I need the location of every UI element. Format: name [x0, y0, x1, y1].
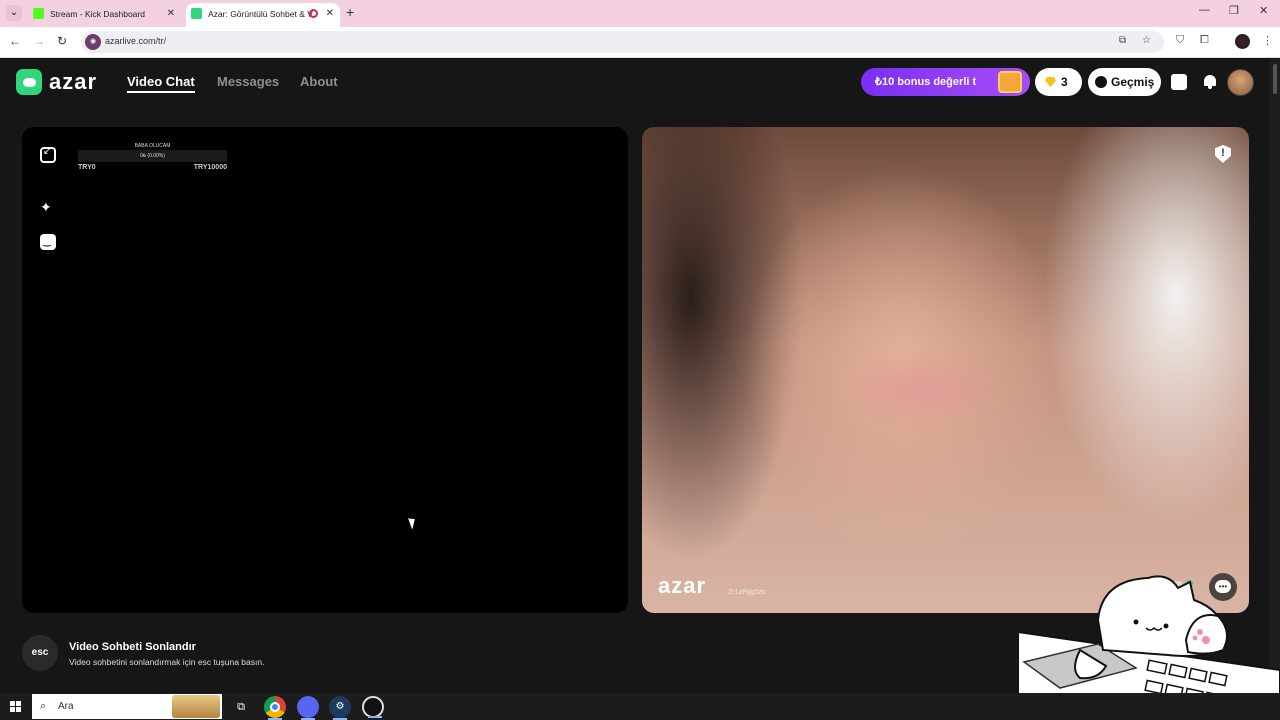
- tab-kick-dashboard[interactable]: Stream - Kick Dashboard ✕: [28, 3, 181, 27]
- tab-search-menu[interactable]: ⌄: [6, 5, 22, 21]
- new-tab-button[interactable]: +: [346, 4, 354, 20]
- azar-favicon-icon: [191, 8, 202, 19]
- gems-button[interactable]: 3: [1035, 68, 1082, 96]
- task-view-icon[interactable]: ⧉: [230, 696, 252, 718]
- minimize-screen-icon[interactable]: [40, 146, 56, 163]
- clock-icon: [1095, 76, 1107, 88]
- end-chat-title: Video Sohbeti Sonlandır: [69, 641, 196, 653]
- taskbar-search[interactable]: ⌕ Ara: [32, 694, 222, 719]
- mouse-cursor-icon: [408, 516, 418, 530]
- windows-start-icon[interactable]: [10, 701, 21, 712]
- kick-favicon-icon: [33, 8, 44, 19]
- history-label: Geçmiş: [1111, 75, 1155, 89]
- azar-watermark: azar: [658, 573, 707, 598]
- face-filter-icon[interactable]: [40, 234, 56, 250]
- shield-extension-icon[interactable]: ⛉: [1176, 34, 1184, 47]
- bookmark-star-icon[interactable]: ☆: [1142, 35, 1151, 46]
- discord-icon[interactable]: [297, 696, 319, 720]
- chrome-icon[interactable]: [264, 696, 286, 720]
- user-avatar[interactable]: [1227, 69, 1254, 96]
- nav-about[interactable]: About: [300, 74, 338, 89]
- esc-key-badge[interactable]: esc: [22, 635, 58, 671]
- goal-progress-bar: 0₺ (0.00%): [78, 150, 227, 162]
- tab-title: Stream - Kick Dashboard: [50, 9, 145, 19]
- partner-video-panel: ! azar Zr1zPgg0zs aşkın: [642, 127, 1249, 613]
- search-placeholder: Ara: [58, 701, 74, 712]
- obs-icon[interactable]: [362, 696, 384, 718]
- gems-count: 3: [1061, 75, 1068, 89]
- minimize-button[interactable]: —: [1199, 4, 1210, 16]
- windows-taskbar: ⌕ Ara ⧉ ⚙: [0, 693, 1280, 720]
- profile-avatar[interactable]: [1235, 34, 1250, 49]
- donation-goal-widget: BABA OLUCAM 0₺ (0.00%) TRY0 TRY10000: [78, 142, 227, 171]
- url-text: azarlive.com/tr/: [105, 36, 167, 46]
- nav-video-chat[interactable]: Video Chat: [127, 74, 195, 93]
- browser-tabbar: ⌄ Stream - Kick Dashboard ✕ Azar: Görünt…: [0, 0, 1280, 27]
- close-window-button[interactable]: ✕: [1259, 4, 1268, 17]
- tab-title: Azar: Görüntülü Sohbet & V: [208, 9, 313, 19]
- restore-button[interactable]: ❐: [1229, 4, 1239, 17]
- forward-icon[interactable]: →: [33, 34, 45, 48]
- azar-logo[interactable]: azar: [16, 69, 97, 95]
- my-video-panel: ✦ BABA OLUCAM 0₺ (0.00%) TRY0 TRY10000: [22, 127, 628, 613]
- browser-menu-icon[interactable]: ⋮: [1262, 34, 1273, 47]
- store-icon[interactable]: [1171, 74, 1187, 90]
- nav-messages[interactable]: Messages: [217, 74, 279, 89]
- watermark-id: Zr1zPgg0zs: [728, 589, 766, 596]
- bonus-label: ₺10 bonus değerli t: [875, 76, 977, 88]
- reload-icon[interactable]: ↻: [57, 34, 67, 48]
- goal-title: BABA OLUCAM: [134, 143, 171, 149]
- site-info-icon[interactable]: ◉: [85, 34, 101, 50]
- tab-azar[interactable]: Azar: Görüntülü Sohbet & V ✕: [186, 3, 340, 27]
- install-app-icon[interactable]: ⧉: [1119, 35, 1126, 46]
- search-icon: ⌕: [40, 700, 47, 712]
- extensions-puzzle-icon[interactable]: ⧠: [1200, 34, 1209, 47]
- goal-max-label: TRY10000: [193, 164, 227, 171]
- search-highlight-image: [172, 695, 220, 718]
- close-tab-icon[interactable]: ✕: [167, 3, 175, 25]
- goal-min-label: TRY0: [78, 164, 96, 171]
- back-icon[interactable]: ←: [9, 34, 21, 48]
- report-shield-icon[interactable]: !: [1215, 145, 1231, 163]
- magic-wand-icon[interactable]: ✦: [40, 199, 56, 215]
- bonus-offer-button[interactable]: ₺10 bonus değerli t: [861, 68, 1030, 96]
- close-tab-icon[interactable]: ✕: [326, 3, 334, 25]
- azar-logo-icon: [16, 69, 42, 95]
- steam-icon[interactable]: ⚙: [329, 696, 351, 720]
- treasure-chest-icon: [998, 71, 1022, 93]
- history-button[interactable]: Geçmiş: [1088, 68, 1161, 96]
- address-bar[interactable]: ◉ azarlive.com/tr/ ⧉ ☆: [81, 31, 1164, 53]
- logo-text: azar: [49, 69, 98, 94]
- recording-indicator-icon: [309, 9, 318, 18]
- gem-icon: [1045, 77, 1056, 87]
- browser-toolbar: ← → ↻ ◉ azarlive.com/tr/ ⧉ ☆ ⛉ ⧠ ⋮: [0, 27, 1280, 58]
- end-chat-subtitle: Video sohbetini sonlandırmak için esc tu…: [69, 657, 265, 667]
- notification-bell-icon[interactable]: [1202, 74, 1218, 90]
